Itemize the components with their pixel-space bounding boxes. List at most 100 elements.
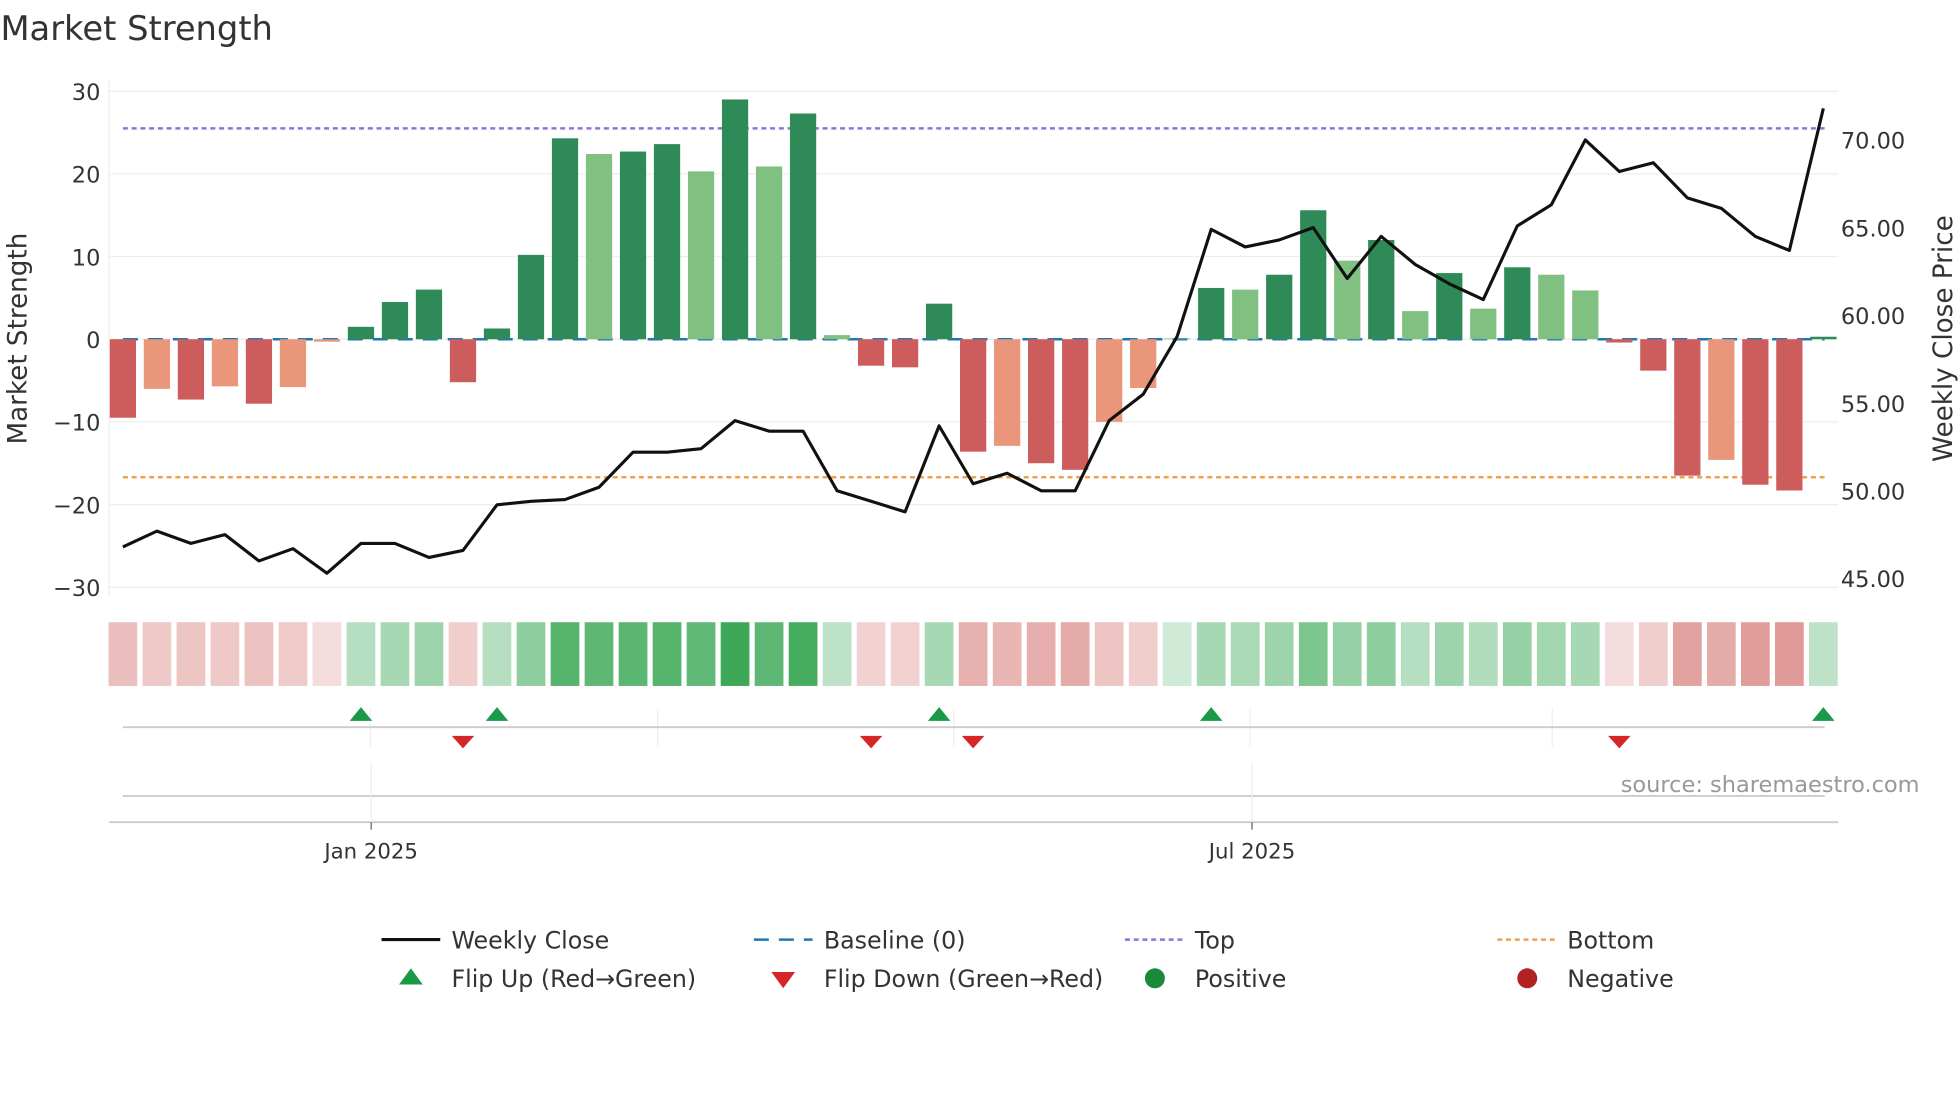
strength-bar xyxy=(211,339,239,387)
heat-cell xyxy=(1434,622,1464,686)
legend-item-flip_up: Flip Up (Red→Green) xyxy=(399,965,696,993)
heat-cell xyxy=(1298,622,1328,686)
y-axis-label: Market Strength xyxy=(4,233,34,445)
strength-bar xyxy=(925,303,953,340)
legend-label: Top xyxy=(1194,926,1235,954)
positive-legend-icon xyxy=(1144,968,1165,989)
strength-bar xyxy=(1028,339,1055,464)
legend-item-line: Weekly Close xyxy=(381,926,609,954)
heat-cell xyxy=(550,622,580,686)
legend-item-flip_down: Flip Down (Green→Red) xyxy=(771,965,1103,993)
heat-cell xyxy=(686,622,716,686)
heat-cell xyxy=(720,622,750,686)
strength-bar xyxy=(1606,339,1633,343)
heat-cell xyxy=(618,622,648,686)
heat-cell xyxy=(788,622,818,686)
heat-cell xyxy=(1672,622,1702,686)
heat-cell xyxy=(890,622,920,686)
flip-down-marker xyxy=(1608,735,1631,749)
heat-cell xyxy=(1502,622,1532,686)
strength-bar xyxy=(551,138,579,340)
strength-bar xyxy=(619,151,647,340)
strength-bar xyxy=(755,166,783,340)
legend-item-negative: Negative xyxy=(1517,965,1674,993)
heat-cell xyxy=(1400,622,1430,686)
source-label: source: sharemaestro.com xyxy=(1621,772,1920,798)
strength-bar xyxy=(1572,290,1599,340)
strength-bar xyxy=(177,339,205,400)
flip-up-marker xyxy=(1199,707,1223,721)
strength-bar xyxy=(891,339,919,368)
y-tick-label: 30 xyxy=(72,80,101,106)
heat-cell xyxy=(1570,622,1600,686)
legend-label: Flip Up (Red→Green) xyxy=(451,965,696,993)
y2-tick-label: 60.00 xyxy=(1841,304,1905,330)
heat-cell xyxy=(380,622,410,686)
x-tick-label: Jul 2025 xyxy=(1207,839,1295,864)
legend-item-baseline: Baseline (0) xyxy=(753,926,966,954)
y2-axis-label: Weekly Close Price xyxy=(1929,215,1959,462)
strength-bar xyxy=(1742,339,1769,485)
heat-cell xyxy=(244,622,274,686)
heat-cell xyxy=(108,622,138,686)
y2-tick-label: 70.00 xyxy=(1841,129,1905,155)
heat-cell xyxy=(1740,622,1770,686)
strength-bar xyxy=(1266,274,1293,340)
strength-bar xyxy=(517,254,545,340)
y-tick-label: 20 xyxy=(72,163,101,189)
heat-cell xyxy=(312,622,342,686)
legend-label: Flip Down (Green→Red) xyxy=(824,965,1103,993)
flip-down-marker xyxy=(859,735,883,749)
strength-bar xyxy=(381,302,409,340)
legend-label: Bottom xyxy=(1567,926,1654,954)
flip-up-legend-icon xyxy=(399,968,423,985)
flip-up-marker xyxy=(349,707,373,721)
strength-bar xyxy=(960,339,987,452)
strength-bar xyxy=(483,328,511,340)
strength-bar xyxy=(823,335,851,340)
heat-cell xyxy=(924,622,954,686)
y-tick-label: −30 xyxy=(53,576,100,602)
heat-cell xyxy=(1162,622,1192,686)
legend-label: Negative xyxy=(1567,965,1673,993)
flip-up-marker xyxy=(927,707,951,721)
chart-title: Market Strength xyxy=(0,9,272,48)
strength-bar xyxy=(1538,274,1565,340)
heat-cell xyxy=(1808,622,1838,686)
heat-cell xyxy=(1196,622,1226,686)
flip-down-legend-icon xyxy=(771,972,796,989)
strength-bar xyxy=(1708,339,1735,460)
heat-cell xyxy=(822,622,852,686)
y-tick-label: 0 xyxy=(86,328,100,354)
strength-bar xyxy=(245,339,273,404)
legend-label: Baseline (0) xyxy=(824,926,966,954)
y-tick-label: 10 xyxy=(72,245,101,271)
strength-bar xyxy=(1470,308,1497,340)
heat-cell xyxy=(1026,622,1056,686)
strength-bar xyxy=(721,99,749,340)
heat-cell xyxy=(142,622,172,686)
strength-bar xyxy=(279,339,307,388)
strength-bar xyxy=(1198,287,1225,340)
strength-bar xyxy=(347,326,375,340)
strength-bar xyxy=(1096,339,1123,422)
strength-bar xyxy=(1402,311,1429,340)
heat-cell xyxy=(992,622,1022,686)
heat-cell xyxy=(516,622,546,686)
flip-down-marker xyxy=(961,735,985,749)
y-tick-label: −10 xyxy=(53,411,100,437)
legend-label: Positive xyxy=(1195,965,1286,993)
heat-cell xyxy=(1468,622,1498,686)
strength-bar xyxy=(789,113,817,340)
y2-tick-label: 50.00 xyxy=(1841,480,1905,506)
y2-tick-label: 65.00 xyxy=(1841,216,1905,242)
strength-bar xyxy=(1368,240,1395,340)
strength-bar xyxy=(585,154,613,340)
strength-bar xyxy=(1334,260,1361,340)
y2-tick-label: 55.00 xyxy=(1841,392,1905,418)
legend-item-bottom: Bottom xyxy=(1497,926,1654,954)
strength-bar xyxy=(143,339,171,389)
heat-cell xyxy=(1332,622,1362,686)
heat-cell xyxy=(1264,622,1294,686)
strength-bar xyxy=(687,171,715,340)
